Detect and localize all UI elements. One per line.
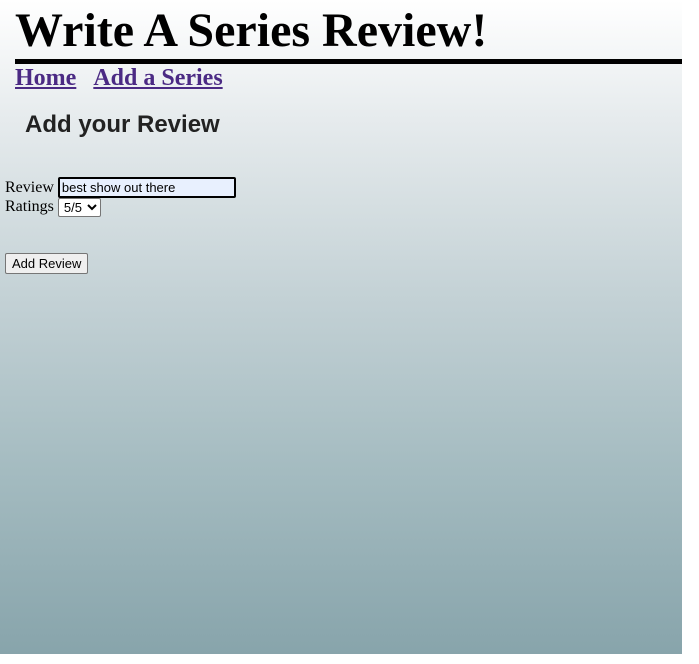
ratings-label: Ratings bbox=[5, 198, 54, 215]
nav-home-link[interactable]: Home bbox=[15, 64, 76, 92]
bottom-margin bbox=[0, 654, 699, 664]
review-input[interactable] bbox=[57, 177, 236, 198]
ratings-row: Ratings 5/5 bbox=[5, 197, 101, 217]
ratings-select[interactable]: 5/5 bbox=[57, 197, 101, 217]
add-review-button[interactable]: Add Review bbox=[5, 253, 89, 274]
main-nav: Home Add a Series bbox=[15, 64, 223, 92]
review-label: Review bbox=[5, 178, 54, 196]
right-margin bbox=[682, 0, 699, 664]
form-heading: Add your Review bbox=[25, 111, 220, 138]
nav-add-series-link[interactable]: Add a Series bbox=[93, 64, 222, 92]
page: Write A Series Review! Home Add a Series… bbox=[0, 0, 682, 654]
review-row: Review bbox=[5, 177, 236, 198]
site-title: Write A Series Review! bbox=[15, 4, 488, 57]
